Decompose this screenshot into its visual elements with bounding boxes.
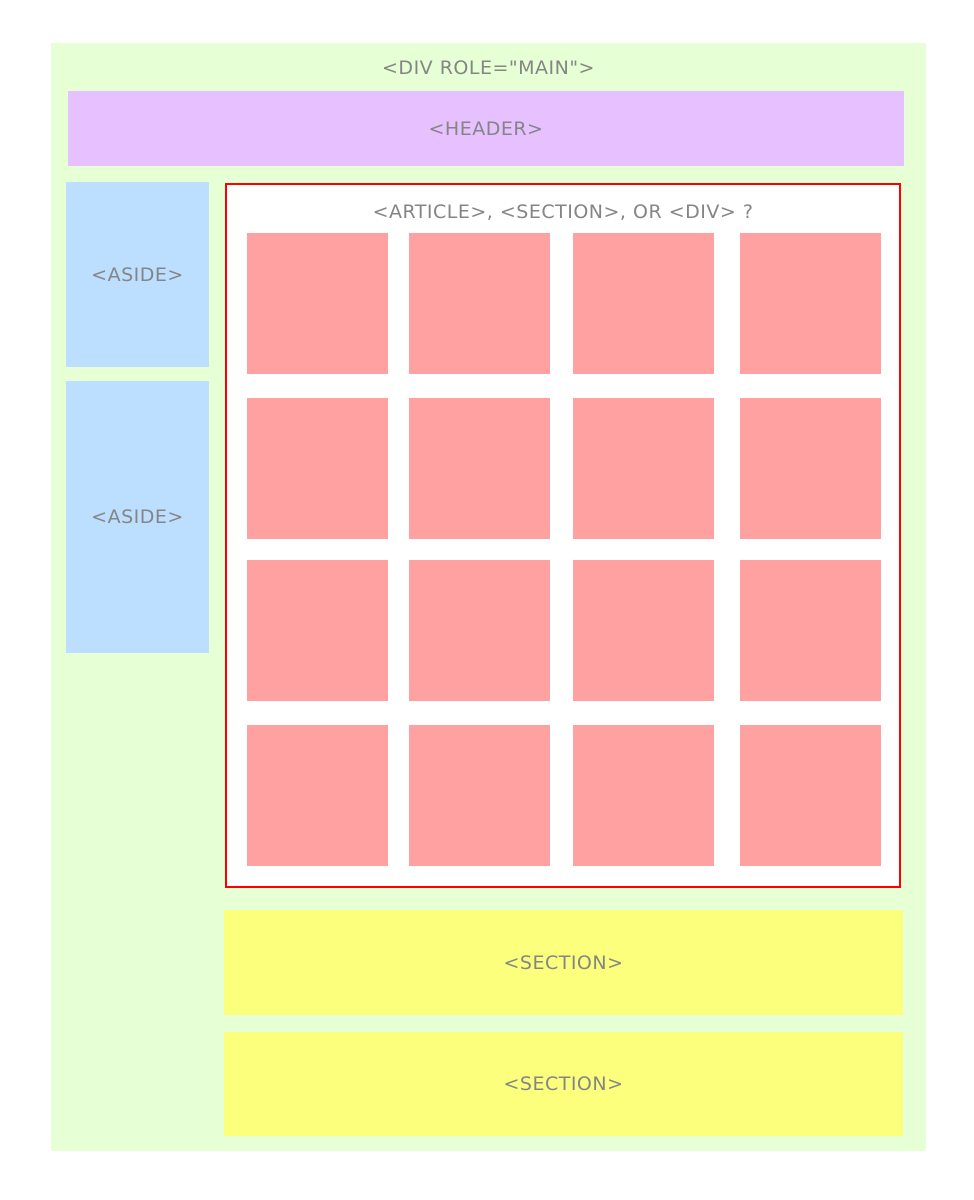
aside-label: <aside> [91,506,184,528]
grid-tile [573,398,714,539]
grid-tile [740,398,881,539]
grid-tile [247,725,388,866]
grid-tile [573,560,714,701]
grid-tile [409,398,550,539]
grid-tile [247,560,388,701]
grid-tile [409,725,550,866]
section-label: <section> [503,951,624,974]
article-label: <article>, <section>, or <div> ? [372,201,754,223]
main-label: <div role="main"> [382,57,595,79]
aside-block-1: <aside> [66,182,209,367]
grid-tile [573,233,714,374]
grid-tile [247,398,388,539]
grid-tile [409,560,550,701]
grid-tile [740,725,881,866]
section-block-2: <section> [224,1032,903,1136]
aside-block-2: <aside> [66,381,209,653]
section-label: <section> [503,1073,624,1095]
section-block-1: <section> [224,910,903,1015]
grid-tile [740,560,881,701]
header-block: <header> [68,91,904,166]
article-block: <article>, <section>, or <div> ? [225,183,901,888]
grid-tile [409,233,550,374]
header-label: <header> [428,117,544,140]
aside-label: <aside> [91,263,184,286]
grid-tile [247,233,388,374]
grid-tile [573,725,714,866]
grid-tile [740,233,881,374]
